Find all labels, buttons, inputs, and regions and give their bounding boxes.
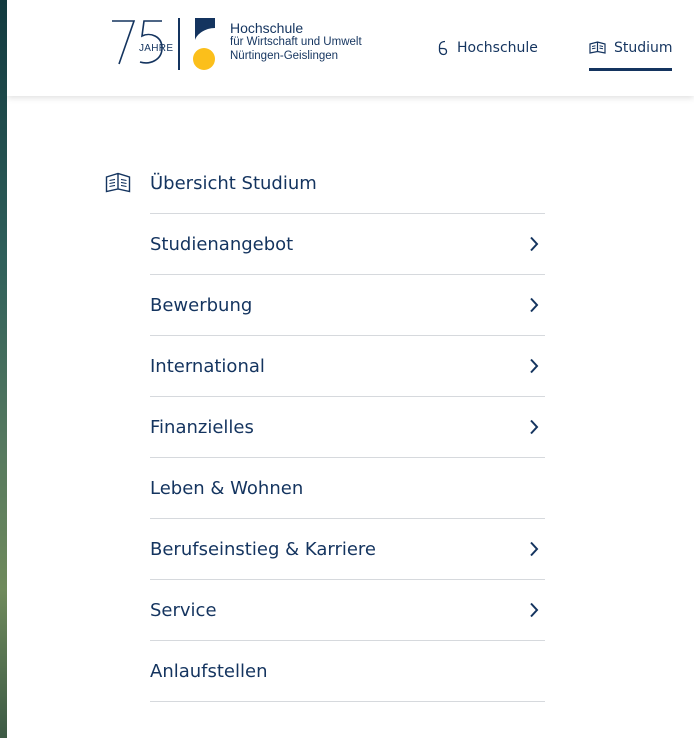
menu-item-label: Anlaufstellen: [150, 660, 268, 682]
chevron-right-icon: [530, 419, 539, 435]
studium-menu: Übersicht Studium Studienangebot Bewerbu…: [105, 153, 545, 702]
menu-item-leben-wohnen[interactable]: Leben & Wohnen: [150, 458, 545, 519]
menu-item-bewerbung[interactable]: Bewerbung: [150, 275, 545, 336]
menu-item-label: Finanzielles: [150, 416, 254, 438]
menu-item-label: International: [150, 355, 265, 377]
nav-studium-label: Studium: [614, 40, 673, 56]
menu-item-label: Berufseinstieg & Karriere: [150, 538, 377, 560]
menu-item-label: Service: [150, 599, 217, 621]
book-icon: [589, 41, 606, 54]
menu-item-label: Bewerbung: [150, 294, 253, 316]
university-name-line2: für Wirtschaft und Umwelt: [230, 36, 362, 48]
university-name-line3: Nürtingen-Geislingen: [230, 50, 339, 62]
menu-item-overview-label: Übersicht Studium: [150, 172, 317, 194]
hochschule-icon: [438, 40, 448, 56]
nav-studium[interactable]: Studium: [589, 36, 673, 60]
menu-item-label: Leben & Wohnen: [150, 477, 304, 499]
university-name-line1: Hochschule: [230, 20, 304, 36]
anniversary-75-icon: [112, 20, 163, 65]
menu-item-service[interactable]: Service: [150, 580, 545, 641]
university-mark-icon: [193, 18, 215, 70]
chevron-right-icon: [530, 541, 539, 557]
university-name: Hochschule für Wirtschaft und Umwelt Nür…: [230, 21, 362, 63]
chevron-right-icon: [530, 236, 539, 252]
chevron-right-icon: [530, 358, 539, 374]
navigation-panel: JAHRE Hochschule für Wirtschaft und Umwe…: [7, 0, 694, 738]
header-bar: JAHRE Hochschule für Wirtschaft und Umwe…: [7, 0, 694, 96]
menu-item-label: Studienangebot: [150, 233, 294, 255]
university-logo[interactable]: JAHRE Hochschule für Wirtschaft und Umwe…: [110, 16, 362, 74]
nav-hochschule-label: Hochschule: [457, 40, 538, 56]
nav-hochschule[interactable]: Hochschule: [437, 36, 538, 60]
active-nav-indicator: [589, 68, 672, 71]
menu-item-anlaufstellen[interactable]: Anlaufstellen: [150, 641, 545, 702]
menu-item-berufseinstieg-karriere[interactable]: Berufseinstieg & Karriere: [150, 519, 545, 580]
menu-item-international[interactable]: International: [150, 336, 545, 397]
menu-item-finanzielles[interactable]: Finanzielles: [150, 397, 545, 458]
menu-item-overview[interactable]: Übersicht Studium: [105, 153, 545, 214]
menu-item-studienangebot[interactable]: Studienangebot: [150, 214, 545, 275]
logo-divider: [178, 18, 180, 70]
book-icon: [105, 172, 131, 193]
anniversary-label: JAHRE: [139, 43, 174, 54]
chevron-right-icon: [530, 297, 539, 313]
chevron-right-icon: [530, 602, 539, 618]
